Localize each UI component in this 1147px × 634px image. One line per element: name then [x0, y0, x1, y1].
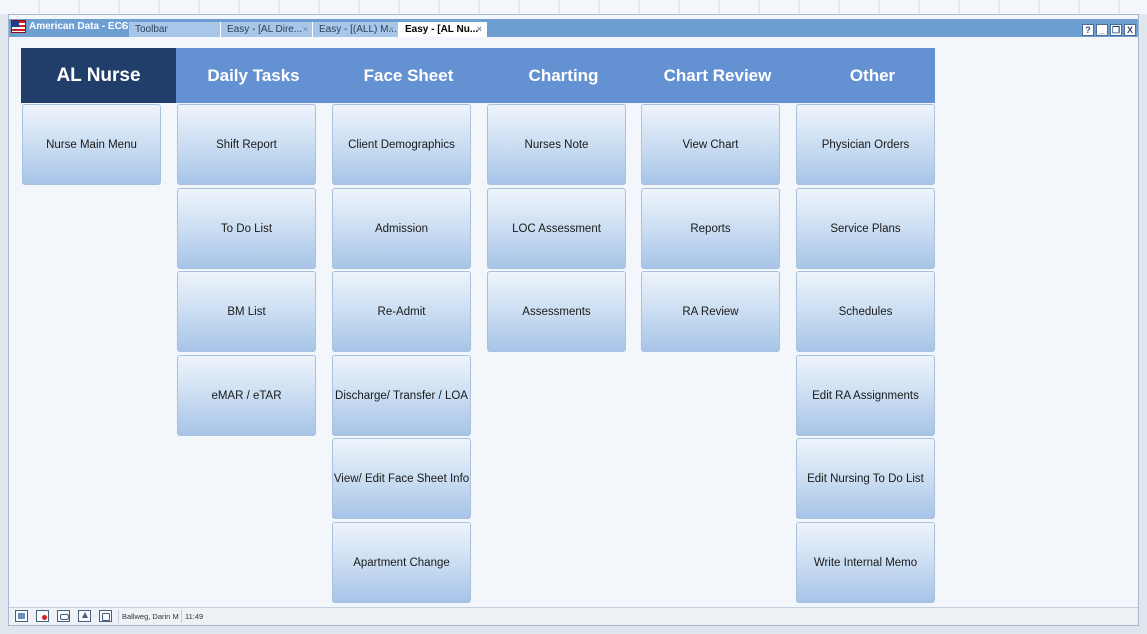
bm-list-button[interactable]: BM List: [177, 271, 316, 352]
emar-etar-button[interactable]: eMAR / eTAR: [177, 355, 316, 436]
re-admit-button[interactable]: Re-Admit: [332, 271, 471, 352]
chevron-down-icon[interactable]: ⌄: [119, 19, 127, 30]
close-icon[interactable]: ×: [477, 22, 482, 37]
bell-icon[interactable]: [78, 610, 91, 622]
admission-button[interactable]: Admission: [332, 188, 471, 269]
nurses-note-button[interactable]: Nurses Note: [487, 104, 626, 185]
app-logo-icon: [11, 20, 26, 33]
tab-all-menu[interactable]: Easy - [(ALL) M... ×: [313, 22, 399, 37]
status-time: 11:49: [181, 610, 206, 623]
tab-label: Easy - [AL Dire...: [227, 24, 303, 35]
view-chart-button[interactable]: View Chart: [641, 104, 780, 185]
toolbar-icon[interactable]: [15, 610, 28, 622]
tab-al-nurse[interactable]: Easy - [AL Nu... ×: [399, 22, 487, 37]
physician-orders-button[interactable]: Physician Orders: [796, 104, 935, 185]
reports-button[interactable]: Reports: [641, 188, 780, 269]
window-icon[interactable]: [99, 610, 112, 622]
tab-label: Easy - [(ALL) M...: [319, 24, 397, 35]
close-icon[interactable]: ×: [389, 22, 394, 37]
schedules-button[interactable]: Schedules: [796, 271, 935, 352]
help-icon[interactable]: ?: [1082, 24, 1094, 36]
edit-ra-assignments-button[interactable]: Edit RA Assignments: [796, 355, 935, 436]
restore-icon[interactable]: ❐: [1110, 24, 1122, 36]
edit-nursing-to-do-list-button[interactable]: Edit Nursing To Do List: [796, 438, 935, 519]
module-header-bar: AL Nurse Daily Tasks Face Sheet Charting…: [21, 48, 935, 103]
app-title[interactable]: American Data - ECS: [29, 21, 128, 32]
service-plans-button[interactable]: Service Plans: [796, 188, 935, 269]
status-bar: Ballweg, Darin M 11:49: [9, 607, 1138, 625]
app-window: American Data - ECS ⌄ Toolbar Easy - [AL…: [8, 14, 1139, 626]
tab-al-directory[interactable]: Easy - [AL Dire... ×: [221, 22, 313, 37]
assessments-button[interactable]: Assessments: [487, 271, 626, 352]
window-controls: ? _ ❐ X: [1080, 20, 1136, 36]
shift-report-button[interactable]: Shift Report: [177, 104, 316, 185]
tab-label: Easy - [AL Nu...: [405, 24, 479, 35]
client-demographics-button[interactable]: Client Demographics: [332, 104, 471, 185]
view-edit-face-sheet-button[interactable]: View/ Edit Face Sheet Info: [332, 438, 471, 519]
module-header-chart-review[interactable]: Chart Review: [640, 48, 795, 103]
to-do-list-button[interactable]: To Do List: [177, 188, 316, 269]
background-stripe: [0, 0, 1147, 14]
close-icon[interactable]: ×: [303, 22, 308, 37]
module-header-al-nurse[interactable]: AL Nurse: [21, 48, 176, 103]
module-header-daily-tasks[interactable]: Daily Tasks: [176, 48, 331, 103]
close-window-icon[interactable]: X: [1124, 24, 1136, 36]
tab-label: Toolbar: [135, 24, 168, 35]
status-user: Ballweg, Darin M: [118, 610, 182, 623]
module-header-charting[interactable]: Charting: [486, 48, 641, 103]
alert-icon[interactable]: [36, 610, 49, 622]
ra-review-button[interactable]: RA Review: [641, 271, 780, 352]
apartment-change-button[interactable]: Apartment Change: [332, 522, 471, 603]
module-header-face-sheet[interactable]: Face Sheet: [331, 48, 486, 103]
minimize-icon[interactable]: _: [1096, 24, 1108, 36]
tab-toolbar[interactable]: Toolbar: [129, 22, 221, 37]
write-internal-memo-button[interactable]: Write Internal Memo: [796, 522, 935, 603]
loc-assessment-button[interactable]: LOC Assessment: [487, 188, 626, 269]
module-header-other[interactable]: Other: [795, 48, 950, 103]
nurse-main-menu-button[interactable]: Nurse Main Menu: [22, 104, 161, 185]
discharge-transfer-loa-button[interactable]: Discharge/ Transfer / LOA: [332, 355, 471, 436]
mail-icon[interactable]: [57, 610, 70, 622]
tab-bar: American Data - ECS ⌄ Toolbar Easy - [AL…: [9, 19, 1138, 37]
